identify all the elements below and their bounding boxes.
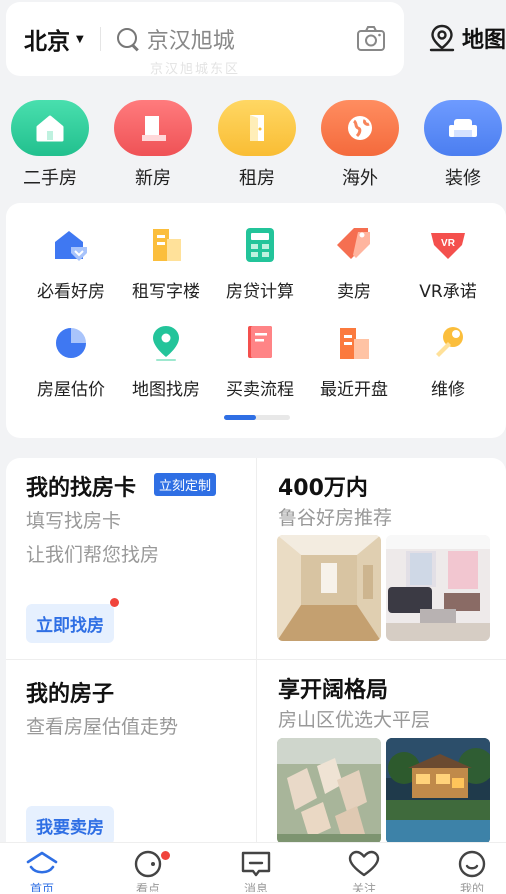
category-new-home[interactable]: 新房 [108,100,198,190]
nav-label: 我的 [459,882,484,892]
tool-label: 最近开盘 [320,380,388,400]
category-label: 二手房 [23,168,77,189]
tool-label: 房屋估价 [37,380,105,400]
page-indicator [224,415,290,420]
ghost-suggestion: 京汉旭城东区 [150,62,241,77]
notification-dot [110,598,119,607]
tool-sell-house[interactable]: 卖房 [306,225,402,302]
divider [99,27,101,51]
city-label: 北京 [24,29,70,55]
find-house-button[interactable]: 立即找房 [26,604,114,643]
building-icon [114,100,192,156]
nav-follow[interactable]: 关注 [324,849,404,892]
page-indicator-active [224,415,256,420]
content-grid: 我的找房卡 立刻定制 填写找房卡 让我们帮您找房 立即找房 400万内 鲁谷好房… [6,458,506,858]
tools-panel: 必看好房 租写字楼 房贷计算 卖房 VR VR承诺 房屋估价 地图找房 买卖流程… [6,203,506,438]
wrench-icon [436,327,463,357]
office-building-icon [153,229,181,261]
calculator-icon [246,228,274,262]
search-input[interactable]: 京汉旭城 [147,23,356,55]
category-label: 租房 [239,168,275,189]
card-subtitle: 房山区优选大平层 [278,709,431,731]
tool-must-see[interactable]: 必看好房 [23,225,119,302]
card-subtitle: 鲁谷好房推荐 [278,507,393,529]
discover-icon [134,850,162,878]
category-rent[interactable]: 租房 [212,100,302,190]
tool-mortgage-calc[interactable]: 房贷计算 [212,225,308,302]
tool-label: 租写字楼 [132,282,200,302]
globe-icon [321,100,399,156]
camera-icon[interactable] [356,25,386,53]
svg-text:VR: VR [441,238,456,249]
category-overseas[interactable]: 海外 [315,100,405,190]
villa-photo[interactable] [386,738,490,844]
room-photo[interactable] [386,535,490,641]
nav-label: 关注 [351,882,376,892]
tool-vr-promise[interactable]: VR VR承诺 [400,225,496,302]
tool-label: 必看好房 [37,282,105,302]
card-title: 400万内 [278,476,368,501]
tool-label: 地图找房 [132,380,200,400]
bottom-nav: 首页 看点 消息 关注 我的 [0,842,506,894]
tool-repair[interactable]: 维修 [400,323,496,400]
tool-recent-opening[interactable]: 最近开盘 [306,323,402,400]
tool-label: 卖房 [337,282,371,302]
map-entry-button[interactable]: 地图 [428,20,506,56]
nav-home[interactable]: 首页 [2,849,82,892]
nav-label: 看点 [135,882,160,892]
card-subtitle: 让我们帮您找房 [26,544,160,566]
pie-chart-icon [56,328,86,358]
estate-aerial-photo[interactable] [277,738,381,844]
vr-shield-icon: VR [431,233,465,259]
nav-label: 首页 [29,882,54,892]
nav-messages[interactable]: 消息 [216,849,296,892]
heart-icon [348,850,380,877]
door-icon [218,100,296,156]
nav-discover[interactable]: 看点 [108,849,188,892]
category-row: 二手房 新房 租房 海外 装修 [0,100,506,194]
tool-label: 维修 [431,380,465,400]
price-tag-icon [337,228,370,259]
category-label: 海外 [342,168,378,189]
house-icon [11,100,89,156]
customize-tag[interactable]: 立刻定制 [154,473,217,496]
tool-office-rent[interactable]: 租写字楼 [118,225,214,302]
city-selector[interactable]: 北京 ▼ [24,22,84,56]
house-badge-icon [55,231,87,261]
message-icon [241,851,271,877]
divider [6,659,506,660]
sofa-icon [424,100,502,156]
category-decoration[interactable]: 装修 [418,100,506,190]
notification-dot [161,851,170,860]
map-entry-label: 地图 [462,28,506,53]
tool-trade-process[interactable]: 买卖流程 [212,323,308,400]
search-icon [115,26,141,52]
home-icon [26,851,58,874]
card-subtitle: 填写找房卡 [26,510,122,532]
document-icon [248,326,272,358]
tool-valuation[interactable]: 房屋估价 [23,323,119,400]
category-label: 装修 [445,168,481,189]
tool-label: 房贷计算 [226,282,294,302]
top-bar: 北京 ▼ 京汉旭城 京汉旭城东区 地图 [0,0,506,86]
tool-label: VR承诺 [419,282,477,302]
tool-map-search[interactable]: 地图找房 [118,323,214,400]
card-subtitle: 查看房屋估值走势 [26,716,179,738]
card-title: 我的找房卡 [26,476,137,501]
category-second-hand[interactable]: 二手房 [5,100,95,190]
profile-icon [458,850,486,878]
nav-label: 消息 [243,882,268,892]
category-label: 新房 [135,168,171,189]
divider [256,458,257,858]
card-title: 我的房子 [26,682,115,707]
map-pin-icon [153,326,179,361]
room-photo[interactable] [277,535,381,641]
sale-building-icon [340,328,369,359]
nav-profile[interactable]: 我的 [432,849,506,892]
caret-down-icon: ▼ [76,33,84,45]
location-pin-icon [429,24,455,52]
card-title: 享开阔格局 [278,678,389,703]
sell-house-button[interactable]: 我要卖房 [26,806,114,845]
tool-label: 买卖流程 [226,380,294,400]
